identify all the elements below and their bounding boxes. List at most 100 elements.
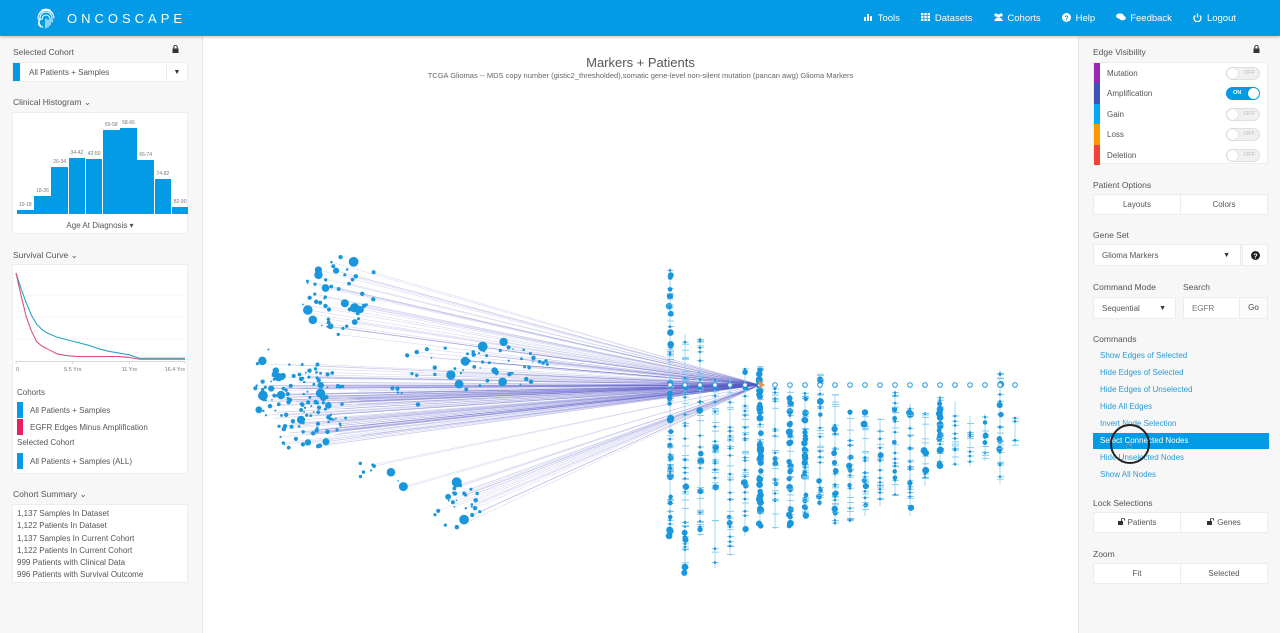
- patient-node[interactable]: [335, 417, 337, 420]
- patient-node[interactable]: [316, 410, 321, 415]
- gene-node[interactable]: [668, 437, 672, 441]
- patient-node[interactable]: [263, 385, 267, 389]
- patient-node[interactable]: [262, 409, 265, 413]
- patient-node[interactable]: [327, 420, 330, 424]
- gene-node[interactable]: [908, 491, 912, 494]
- gene-node[interactable]: [863, 479, 867, 483]
- zoom-selected-button[interactable]: Selected: [1180, 564, 1267, 583]
- gene-node[interactable]: [728, 454, 732, 457]
- patient-node[interactable]: [341, 326, 345, 330]
- patient-node[interactable]: [255, 384, 258, 387]
- gene-node[interactable]: [893, 451, 897, 455]
- patient-node[interactable]: [260, 379, 265, 384]
- cmd-hide-unselected-nodes[interactable]: Hide Unselected Nodes: [1093, 450, 1269, 466]
- patient-node[interactable]: [369, 469, 373, 472]
- command-mode-select[interactable]: Sequential ▼: [1093, 297, 1176, 319]
- patient-node[interactable]: [498, 348, 502, 353]
- gene-node[interactable]: [935, 410, 943, 418]
- patient-node[interactable]: [307, 440, 311, 444]
- histogram-bar[interactable]: [103, 129, 120, 214]
- gene-node[interactable]: [833, 519, 837, 522]
- gene-node[interactable]: [666, 395, 673, 402]
- patient-node[interactable]: [281, 441, 285, 445]
- gene-node[interactable]: [908, 487, 912, 491]
- gene-node[interactable]: [713, 462, 717, 465]
- gene-search-input[interactable]: [1183, 297, 1240, 319]
- gene-node[interactable]: [818, 493, 822, 497]
- gene-node[interactable]: [682, 382, 688, 388]
- gene-node[interactable]: [773, 457, 777, 460]
- gene-node[interactable]: [816, 478, 822, 484]
- patient-node[interactable]: [260, 387, 265, 392]
- patient-node[interactable]: [302, 421, 305, 425]
- gene-node[interactable]: [668, 269, 672, 272]
- patient-node[interactable]: [312, 382, 316, 386]
- gain-toggle[interactable]: OFF: [1226, 107, 1260, 121]
- patient-node[interactable]: [345, 268, 349, 271]
- patient-node[interactable]: [289, 424, 294, 429]
- gene-node[interactable]: [665, 532, 673, 540]
- patient-node[interactable]: [286, 445, 291, 450]
- gene-node[interactable]: [877, 382, 883, 388]
- gene-node[interactable]: [743, 468, 747, 472]
- patient-node[interactable]: [280, 375, 285, 381]
- gene-node[interactable]: [757, 401, 763, 407]
- patient-node[interactable]: [430, 356, 433, 359]
- gene-node[interactable]: [953, 462, 957, 466]
- brand[interactable]: ONCOSCAPE: [35, 4, 186, 32]
- patient-node[interactable]: [274, 409, 277, 412]
- gene-node[interactable]: [922, 382, 928, 388]
- gene-node[interactable]: [801, 417, 808, 423]
- gene-node[interactable]: [998, 475, 1002, 478]
- gene-node[interactable]: [668, 273, 673, 279]
- patient-node[interactable]: [491, 367, 498, 374]
- patient-node[interactable]: [485, 378, 490, 383]
- gene-node[interactable]: [757, 488, 763, 495]
- patient-node[interactable]: [331, 264, 336, 269]
- patient-node[interactable]: [326, 325, 329, 328]
- patient-node[interactable]: [271, 398, 273, 401]
- gene-node[interactable]: [713, 379, 717, 382]
- gene-node[interactable]: [743, 426, 747, 429]
- gene-node[interactable]: [756, 475, 764, 483]
- patient-node[interactable]: [273, 393, 277, 398]
- gene-node[interactable]: [982, 432, 989, 439]
- gene-node[interactable]: [1013, 420, 1017, 423]
- patient-node[interactable]: [285, 391, 290, 397]
- caret-down-icon[interactable]: ▼: [166, 63, 187, 81]
- gene-node[interactable]: [998, 393, 1002, 396]
- gene-node[interactable]: [968, 460, 972, 463]
- gene-node[interactable]: [848, 439, 852, 442]
- gene-node[interactable]: [802, 433, 808, 439]
- gene-node[interactable]: [953, 437, 957, 440]
- gene-node[interactable]: [713, 400, 717, 404]
- gene-node[interactable]: [878, 484, 882, 487]
- patient-node[interactable]: [315, 421, 320, 426]
- patient-node[interactable]: [326, 386, 329, 389]
- patient-node[interactable]: [311, 431, 316, 436]
- patient-node[interactable]: [528, 379, 534, 384]
- gene-node[interactable]: [847, 482, 852, 488]
- gene-node[interactable]: [786, 458, 792, 465]
- gene-node[interactable]: [743, 409, 747, 413]
- patient-node[interactable]: [466, 352, 469, 356]
- patient-node[interactable]: [344, 324, 349, 328]
- gene-node[interactable]: [756, 414, 764, 422]
- gene-node[interactable]: [743, 404, 747, 408]
- nav-cohorts[interactable]: Cohorts: [993, 13, 1041, 24]
- selected-cohort-select[interactable]: All Patients + Samples ▼: [12, 62, 188, 82]
- patient-node[interactable]: [258, 356, 267, 366]
- gene-node[interactable]: [908, 460, 912, 463]
- gene-node[interactable]: [683, 395, 687, 399]
- patient-node[interactable]: [471, 350, 475, 354]
- amplification-toggle[interactable]: ON: [1226, 87, 1260, 101]
- patient-node[interactable]: [463, 516, 468, 521]
- patient-node[interactable]: [396, 391, 400, 394]
- gene-node[interactable]: [953, 414, 957, 418]
- patient-node[interactable]: [305, 413, 309, 417]
- patient-node[interactable]: [299, 402, 303, 406]
- patient-node[interactable]: [340, 299, 349, 308]
- patient-node[interactable]: [318, 300, 323, 305]
- gene-node[interactable]: [907, 382, 913, 388]
- gene-node[interactable]: [908, 412, 912, 416]
